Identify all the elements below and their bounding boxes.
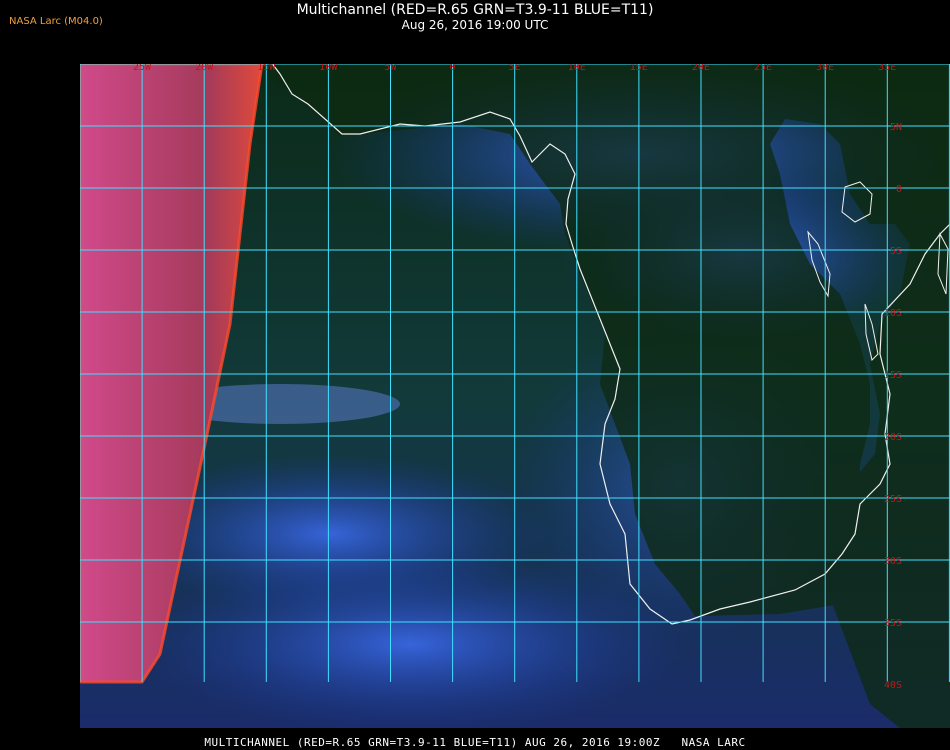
- lon-label: 15W: [257, 64, 276, 73]
- lat-label: 15S: [884, 370, 902, 381]
- image-title: Multichannel (RED=R.65 GRN=T3.9-11 BLUE=…: [296, 2, 654, 18]
- lon-label: 15E: [630, 64, 648, 73]
- lat-label: 35S: [884, 618, 902, 629]
- lat-label: 40S: [884, 680, 902, 691]
- lat-label: 0: [896, 184, 902, 195]
- lat-label: 5N: [890, 122, 902, 133]
- lon-label: 0: [449, 64, 455, 73]
- lon-label: 10W: [319, 64, 338, 73]
- lon-label: 25W: [133, 64, 152, 73]
- lon-label: 25E: [754, 64, 772, 73]
- lat-label: 5S: [890, 246, 902, 257]
- lat-label: 30S: [884, 556, 902, 567]
- lon-label: 10E: [568, 64, 586, 73]
- image-datetime: Aug 26, 2016 19:00 UTC: [401, 18, 549, 32]
- lon-label: 20W: [195, 64, 214, 73]
- lon-label: 30E: [816, 64, 834, 73]
- lat-label: 10S: [884, 308, 902, 319]
- map-canvas: 25W 20W 15W 10W 5W 0 5E 10E 15E 20E 25E 30E 35E 5N 0 5S…: [80, 64, 950, 728]
- lon-label: 20E: [692, 64, 710, 73]
- satellite-map: 25W 20W 15W 10W 5W 0 5E 10E 15E 20E 25E 30E 35E 5N 0 5S…: [80, 64, 950, 728]
- footer-caption: MULTICHANNEL (RED=R.65 GRN=T3.9-11 BLUE=…: [204, 736, 746, 749]
- lon-label: 5E: [509, 64, 521, 73]
- lon-label: 5W: [384, 64, 397, 73]
- lat-label: 20S: [884, 432, 902, 443]
- lat-label: 25S: [884, 494, 902, 505]
- source-tag: NASA Larc (M04.0): [9, 16, 103, 27]
- lon-label: 35E: [878, 64, 896, 73]
